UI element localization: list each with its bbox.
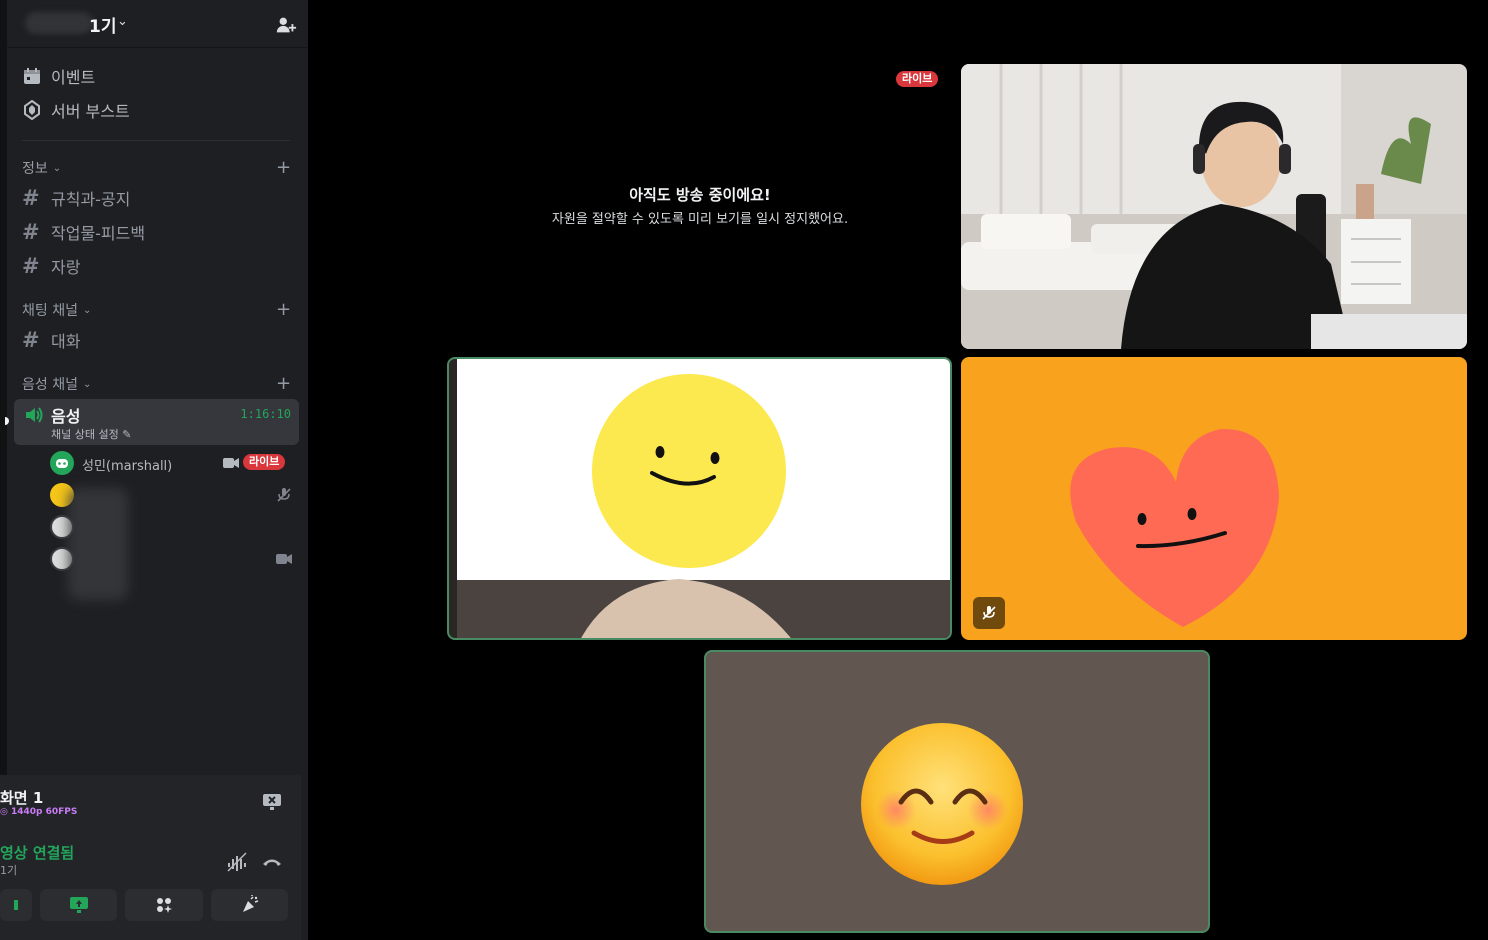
hash-icon: # bbox=[22, 328, 40, 352]
stream-title: 화면 1 bbox=[0, 789, 44, 807]
category-chat[interactable]: 채팅 채널 ⌄ bbox=[22, 300, 91, 320]
channel-status-setting[interactable]: 채널 상태 설정 ✎ bbox=[51, 426, 131, 442]
live-badge: 라이브 bbox=[243, 454, 286, 470]
events-label: 이벤트 bbox=[51, 68, 96, 87]
participant-video bbox=[457, 359, 950, 638]
soundboard-icon bbox=[242, 895, 258, 912]
participant-tile-heart[interactable] bbox=[961, 357, 1467, 640]
speaker-icon bbox=[26, 407, 43, 423]
activities-icon bbox=[157, 898, 172, 913]
activities-button[interactable] bbox=[125, 889, 203, 921]
camera-icon bbox=[14, 900, 18, 910]
selected-indicator bbox=[5, 417, 9, 425]
chevron-down-icon: ⌄ bbox=[52, 162, 62, 174]
disconnect-icon[interactable] bbox=[261, 851, 283, 873]
category-info[interactable]: 정보 ⌄ bbox=[22, 158, 61, 178]
screen-share-button[interactable] bbox=[40, 889, 117, 921]
stream-quality-label: 1440p 60FPS bbox=[11, 807, 78, 817]
avatar bbox=[50, 451, 74, 475]
chevron-down-icon: ⌄ bbox=[82, 304, 92, 316]
server-boost-label: 서버 부스트 bbox=[51, 102, 130, 121]
hash-icon: # bbox=[22, 220, 40, 244]
participant-tile-smiley[interactable] bbox=[447, 357, 952, 640]
participant-tile-emoji[interactable] bbox=[704, 650, 1210, 933]
stop-stream-icon[interactable] bbox=[262, 793, 282, 811]
mic-muted-icon bbox=[982, 606, 996, 620]
noise-suppression-icon[interactable] bbox=[226, 851, 248, 873]
paused-title: 아직도 방송 중이에요! bbox=[629, 186, 771, 204]
voice-channel[interactable]: 음성 채널 상태 설정 ✎ 1:16:10 bbox=[14, 399, 299, 445]
screen-share-icon bbox=[69, 897, 88, 913]
redaction-smear bbox=[68, 488, 128, 600]
invite-user-icon[interactable] bbox=[275, 14, 297, 36]
camera-button[interactable] bbox=[0, 889, 32, 921]
voice-channel-name: 음성 bbox=[51, 407, 81, 426]
webcam-video-tile[interactable] bbox=[961, 64, 1467, 349]
add-channel-icon[interactable]: + bbox=[276, 158, 291, 178]
calendar-icon bbox=[22, 66, 42, 86]
channel-label: 자랑 bbox=[51, 258, 81, 277]
category-label: 음성 채널 bbox=[22, 377, 78, 393]
connection-channel: 1기 bbox=[0, 864, 18, 877]
hash-icon: # bbox=[22, 186, 40, 210]
channel-label: 규칙과-공지 bbox=[51, 190, 131, 209]
stream-quality: ◎ 1440p 60FPS bbox=[0, 807, 78, 817]
voice-connection-panel: 영상 연결됨 1기 bbox=[0, 832, 301, 940]
user-name: 성민(marshall) bbox=[82, 459, 173, 474]
add-channel-icon[interactable]: + bbox=[276, 374, 291, 394]
category-voice[interactable]: 음성 채널 ⌄ bbox=[22, 374, 91, 394]
chevron-down-icon: ⌄ bbox=[82, 378, 92, 390]
mic-muted-badge bbox=[973, 597, 1005, 629]
video-stage: 라이브 아직도 방송 중이에요! 자원을 절약할 수 있도록 미리 보기를 일시… bbox=[308, 0, 1488, 940]
server-header[interactable]: 1기 ⌄ bbox=[7, 0, 308, 48]
connection-status: 영상 연결됨 bbox=[0, 844, 75, 862]
voice-timer: 1:16:10 bbox=[240, 407, 291, 421]
stream-panel: 화면 1 ◎ 1440p 60FPS bbox=[0, 775, 301, 833]
discord-logo-icon bbox=[56, 459, 68, 468]
category-label: 정보 bbox=[22, 161, 48, 177]
channel-rules[interactable]: # 규칙과-공지 bbox=[22, 183, 130, 213]
participant-avatar-emoji bbox=[861, 723, 1023, 885]
camera-icon bbox=[276, 554, 292, 564]
hash-icon: # bbox=[22, 254, 40, 278]
channel-label: 대화 bbox=[51, 332, 81, 351]
mic-muted-icon bbox=[277, 488, 291, 502]
blurred-server-name bbox=[25, 12, 93, 34]
paused-stream-tile[interactable]: 라이브 아직도 방송 중이에요! 자원을 절약할 수 있도록 미리 보기를 일시… bbox=[448, 64, 952, 349]
add-channel-icon[interactable]: + bbox=[276, 300, 291, 320]
live-badge: 라이브 bbox=[896, 71, 939, 87]
channel-feedback[interactable]: # 작업물-피드백 bbox=[22, 217, 145, 247]
channel-label: 작업물-피드백 bbox=[51, 224, 146, 243]
channel-showcase[interactable]: # 자랑 bbox=[22, 251, 80, 281]
server-boost-item[interactable]: 서버 부스트 bbox=[22, 96, 130, 124]
channel-sidebar: 1기 ⌄ 이벤트 서버 부스트 정보 ⌄ + # 규칙과-공지 # 작업물-피드… bbox=[0, 0, 308, 940]
channel-talk[interactable]: # 대화 bbox=[22, 325, 80, 355]
pencil-icon: ✎ bbox=[122, 428, 132, 441]
chevron-down-icon: ⌄ bbox=[117, 14, 128, 29]
server-name: 1기 bbox=[89, 17, 117, 37]
category-label: 채팅 채널 bbox=[22, 303, 78, 319]
camera-icon bbox=[223, 458, 239, 468]
events-item[interactable]: 이벤트 bbox=[22, 62, 95, 90]
webcam-video bbox=[961, 64, 1467, 349]
paused-subtitle: 자원을 절약할 수 있도록 미리 보기를 일시 정지했어요. bbox=[551, 212, 849, 227]
sidebar-divider bbox=[22, 140, 290, 141]
boost-icon bbox=[22, 100, 42, 120]
soundboard-button[interactable] bbox=[211, 889, 288, 921]
participant-avatar-heart bbox=[1070, 428, 1279, 627]
channel-status-label: 채널 상태 설정 bbox=[51, 428, 119, 441]
voice-user-row[interactable]: 성민(marshall) 라이브 bbox=[48, 449, 294, 477]
